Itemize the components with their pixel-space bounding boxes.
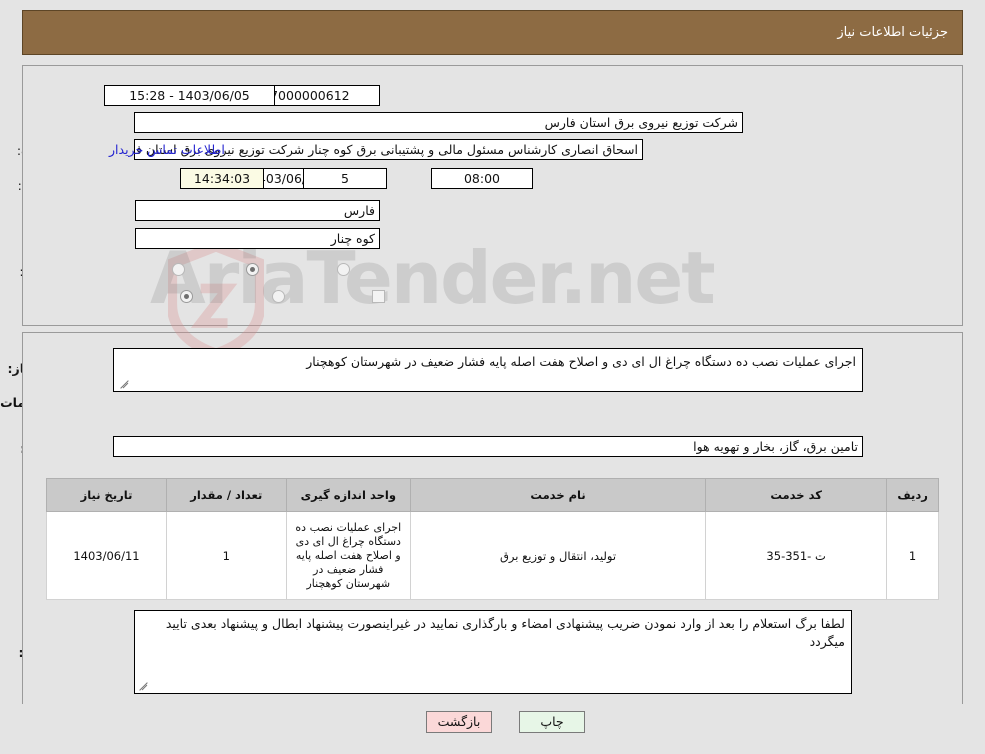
back-button[interactable]: بازگشت (426, 711, 492, 733)
description-textarea[interactable]: اجرای عملیات نصب ده دستگاه چراغ ال ای دی… (113, 348, 863, 392)
col-code: کد خدمت (705, 478, 888, 512)
treasury-docs-checkbox[interactable] (372, 290, 385, 303)
radio-process-jozei[interactable] (180, 290, 193, 303)
service-group-value: تامین برق، گاز، بخار و تهویه هوا (113, 436, 863, 457)
col-name: نام خدمت (409, 478, 707, 512)
deadline-time: 08:00 (431, 168, 533, 189)
public-announce-value: 15:28 - 1403/06/05 (104, 85, 275, 106)
days-remaining: 5 (303, 168, 387, 189)
print-button[interactable]: چاپ (519, 711, 585, 733)
radio-category-kala[interactable] (172, 263, 185, 276)
cell-code: ت -351-35 (705, 511, 888, 600)
cell-unit: اجرای عملیات نصب ده دستگاه چراغ ال ای دی… (285, 511, 412, 600)
buyer-contact-link[interactable]: اطلاعات تماس خریدار (109, 142, 225, 157)
countdown-value: 14:34:03 (180, 168, 264, 189)
cell-qty: 1 (166, 511, 287, 600)
cell-name: تولید، انتقال و توزیع برق (409, 511, 707, 600)
city-value: کوه چنار (135, 228, 380, 249)
page-title: جزئیات اطلاعات نیاز (837, 25, 948, 40)
buyer-notes-textarea[interactable]: لطفا برگ استعلام را بعد از وارد نمودن ضر… (134, 610, 852, 694)
page-header-bar: جزئیات اطلاعات نیاز (22, 10, 963, 55)
buyer-org-value: شرکت توزیع نیروی برق استان فارس (134, 112, 743, 133)
table-row: 1 ت -351-35 تولید، انتقال و توزیع برق اج… (46, 511, 939, 600)
col-row: ردیف (886, 478, 939, 512)
radio-category-kala-khedmat[interactable] (337, 263, 350, 276)
page-root: جزئیات اطلاعات نیاز شماره نیاز: 11030070… (0, 0, 985, 754)
province-value: فارس (135, 200, 380, 221)
radio-process-motavaset[interactable] (272, 290, 285, 303)
cell-date: 1403/06/11 (46, 511, 167, 600)
cell-row: 1 (886, 511, 939, 600)
radio-category-khedmat[interactable] (246, 263, 259, 276)
col-qty: تعداد / مقدار (166, 478, 287, 512)
col-unit: واحد اندازه گیری (285, 478, 412, 512)
table-header-row: ردیف کد خدمت نام خدمت واحد اندازه گیری ت… (46, 478, 939, 512)
col-date: تاریخ نیاز (46, 478, 167, 512)
services-table: ردیف کد خدمت نام خدمت واحد اندازه گیری ت… (46, 478, 939, 600)
